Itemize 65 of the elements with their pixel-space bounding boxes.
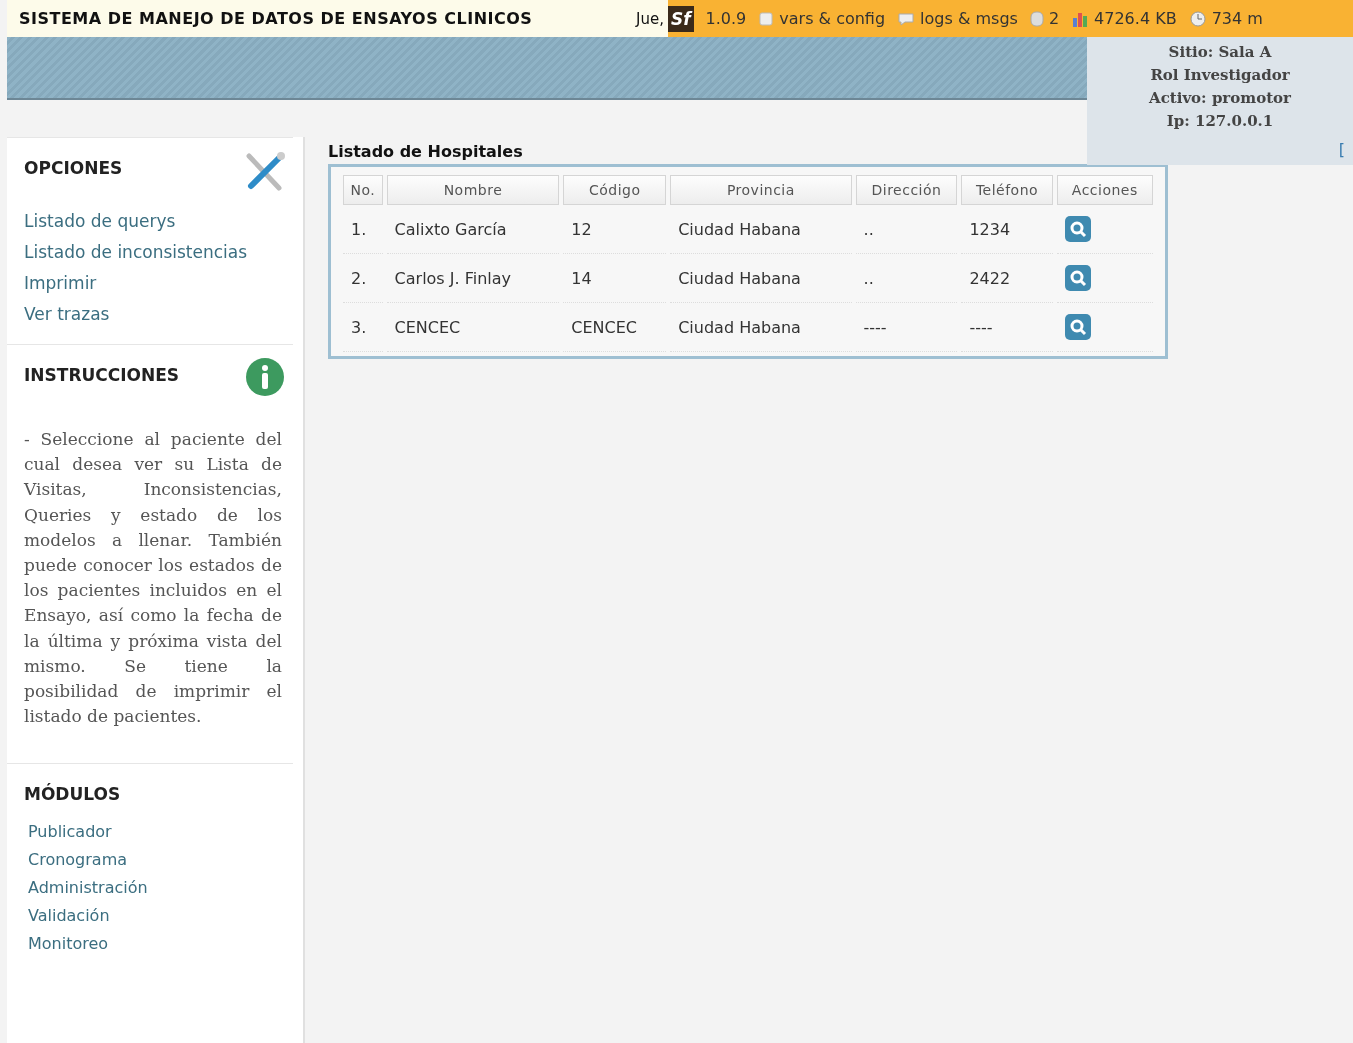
table-cell: 14: [563, 254, 667, 303]
table-cell: ----: [855, 303, 958, 352]
clock-icon: [1188, 9, 1207, 28]
user-info-line: Sitio: Sala A: [1168, 42, 1272, 63]
version-text: 1.0.9: [705, 9, 747, 28]
date-text: Jue,: [636, 9, 664, 28]
module-link[interactable]: Administración: [28, 874, 148, 903]
module-link[interactable]: Validación: [28, 902, 110, 931]
framework-logo[interactable]: Sf: [667, 5, 694, 32]
section-title: MÓDULOS: [24, 782, 121, 805]
toolbar-item[interactable]: vars & config: [758, 9, 886, 28]
module-link[interactable]: Publicador: [28, 818, 112, 847]
option-link[interactable]: Listado de inconsistencias: [24, 237, 248, 268]
table-cell: 2422: [961, 254, 1053, 303]
module-link[interactable]: Monitoreo: [28, 930, 109, 959]
toolbar-item[interactable]: 2: [1029, 9, 1060, 28]
column-header: Nombre: [386, 175, 560, 205]
search-icon: [1068, 269, 1087, 287]
view-button[interactable]: [1064, 265, 1091, 291]
toolbar-item[interactable]: 4726.4 KB: [1071, 9, 1177, 28]
option-link[interactable]: Imprimir: [24, 268, 97, 299]
column-header: Acciones: [1056, 175, 1153, 205]
column-header: Teléfono: [961, 175, 1053, 205]
content-title: Listado de Hospitales: [328, 142, 524, 161]
box-icon: [758, 10, 775, 27]
toolbar-item[interactable]: logs & msgs: [897, 9, 1018, 28]
speech-bubble-icon: [897, 10, 916, 27]
option-link[interactable]: Listado de querys: [24, 206, 176, 237]
tools-icon: [245, 150, 285, 192]
table-cell: 2.: [343, 254, 383, 303]
table-cell: Ciudad Habana: [670, 254, 852, 303]
column-header: Dirección: [855, 175, 958, 205]
view-button[interactable]: [1064, 314, 1091, 340]
bracket-text: [: [1338, 140, 1345, 159]
column-header: No.: [343, 175, 383, 205]
table-cell: Ciudad Habana: [670, 205, 852, 254]
table-cell: 12: [563, 205, 667, 254]
database-icon: [1029, 9, 1044, 28]
column-header: Provincia: [670, 175, 852, 205]
section-title: INSTRUCCIONES: [24, 364, 180, 385]
toolbar-item[interactable]: 734 m: [1188, 9, 1263, 28]
table-cell: Carlos J. Finlay: [386, 254, 560, 303]
table-cell: Ciudad Habana: [670, 303, 852, 352]
user-info-line: Ip: 127.0.0.1: [1166, 111, 1274, 132]
table-cell: 3.: [343, 303, 383, 352]
search-icon: [1068, 220, 1087, 238]
table-cell: 1234: [961, 205, 1053, 254]
table-cell: ..: [855, 254, 958, 303]
instructions-text: - Seleccione al paciente del cual desea ver su Lista de Visitas, Inconsistencias, Queries y estado de los modelos a llenar. También puede conocer los estados de los pacientes incluidos en el Ensayo, así como la fecha de la última y próxima vista del mismo. Se tiene la posibilidad de imprimir el listado de pacientes.: [24, 428, 282, 729]
info-icon: [245, 357, 285, 397]
search-icon: [1068, 318, 1087, 336]
table-cell: 1.: [343, 205, 383, 254]
table-cell: CENCEC: [386, 303, 560, 352]
module-link[interactable]: Cronograma: [28, 846, 128, 875]
section-title: OPCIONES: [24, 157, 123, 178]
table-cell: Calixto García: [386, 205, 560, 254]
column-header: Código: [563, 175, 667, 205]
user-info-line: Activo: promotor: [1149, 88, 1291, 109]
table-cell: ----: [961, 303, 1053, 352]
view-button[interactable]: [1064, 216, 1091, 242]
user-info-line: Rol Investigador: [1150, 65, 1290, 86]
table-cell: CENCEC: [563, 303, 667, 352]
table-cell: ..: [855, 205, 958, 254]
option-link[interactable]: Ver trazas: [24, 299, 110, 330]
app-title: SISTEMA DE MANEJO DE DATOS DE ENSAYOS CLINICOS: [18, 9, 534, 28]
